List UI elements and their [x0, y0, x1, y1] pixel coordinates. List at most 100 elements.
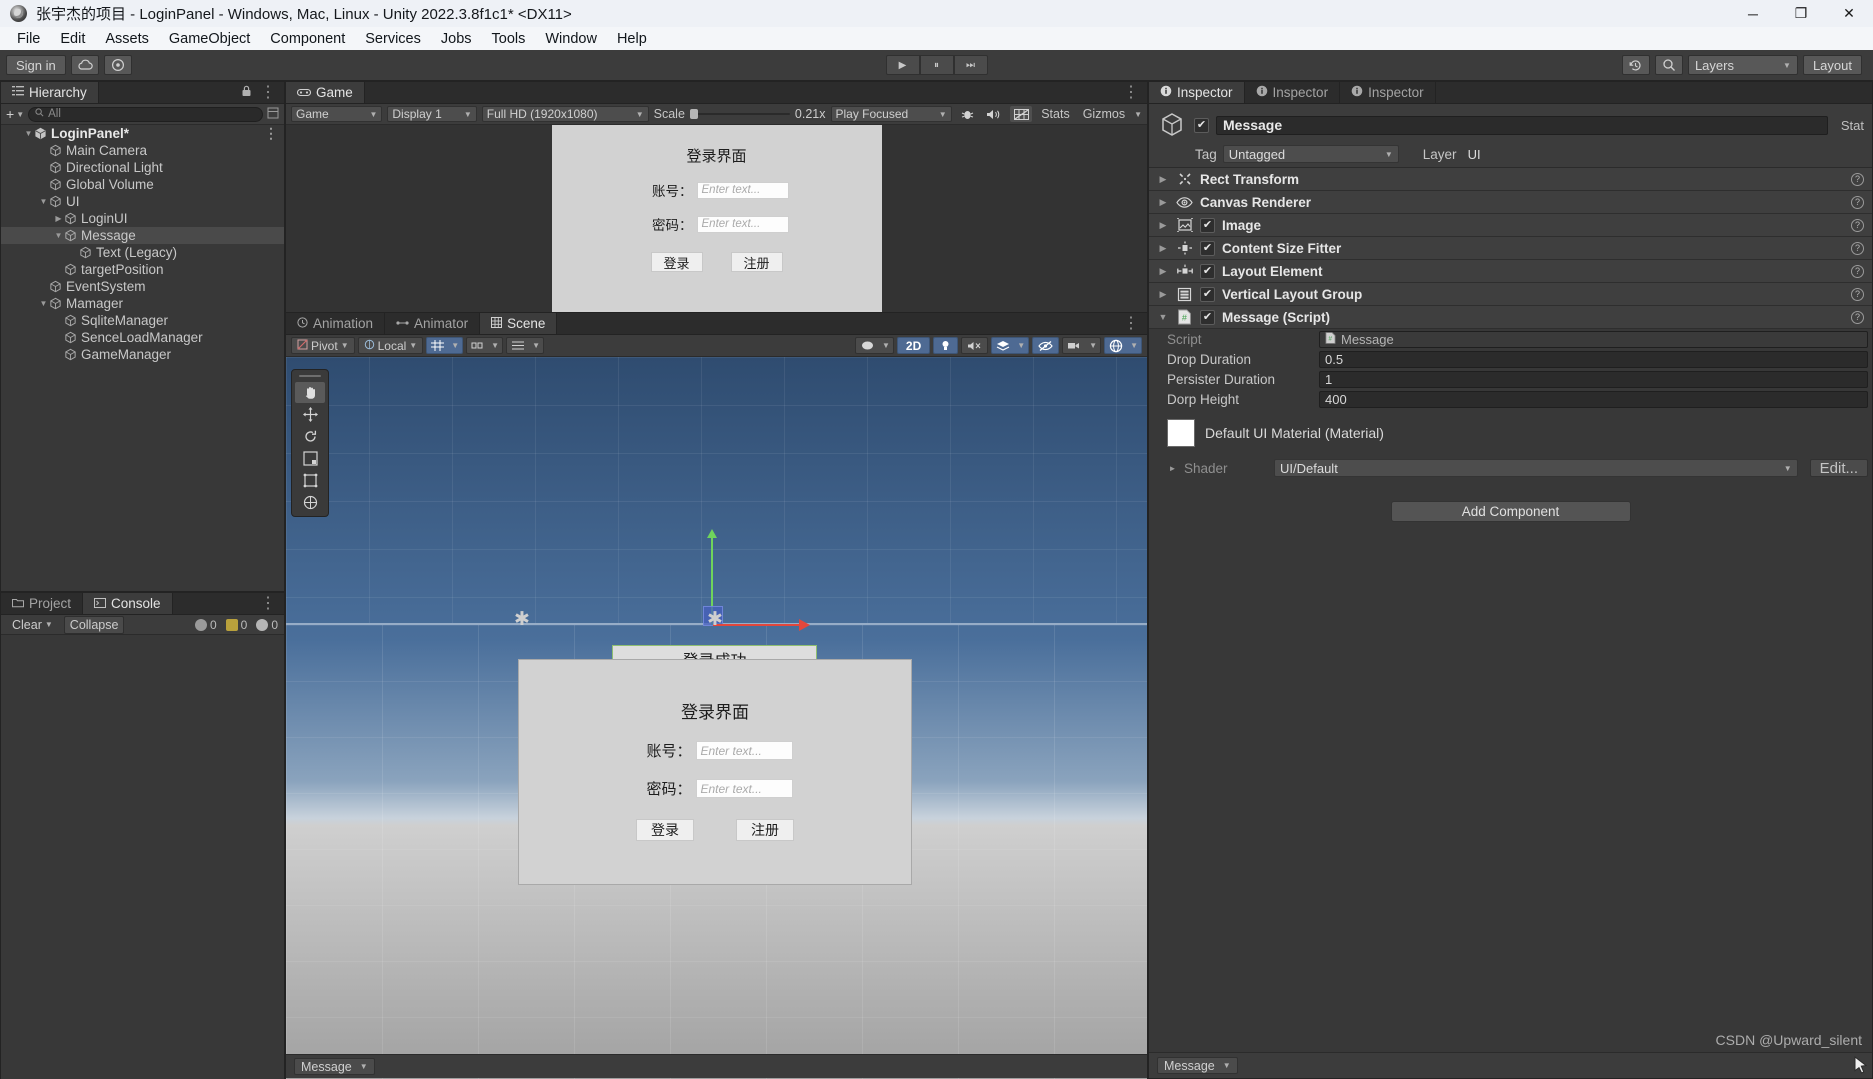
component-row-vertical-layout-group[interactable]: ▶ Vertical Layout Group? — [1149, 283, 1872, 306]
script-property-value[interactable]: # Message — [1319, 330, 1868, 348]
cloud-icon[interactable] — [70, 55, 99, 75]
component-row-content-size-fitter[interactable]: ▶ Content Size Fitter? — [1149, 237, 1872, 260]
shader-dropdown[interactable]: UI/Default ▼ — [1274, 459, 1798, 477]
hand-tool-icon[interactable] — [295, 382, 325, 403]
scene-gizmos-group[interactable]: ▼ — [1104, 337, 1142, 354]
tab-animation[interactable]: Animation — [286, 313, 386, 334]
search-icon[interactable] — [1654, 55, 1683, 75]
stats-button[interactable]: Stats — [1037, 107, 1074, 121]
gameobject-name-field[interactable]: Message — [1216, 115, 1828, 135]
menu-gameobject[interactable]: GameObject — [159, 29, 260, 49]
hierarchy-tree[interactable]: ▼ LoginPanel* ⋮ Main Camera Directional Ligh… — [1, 125, 284, 363]
help-icon[interactable]: ? — [1851, 195, 1864, 209]
hierarchy-item-ui[interactable]: ▼ UI — [1, 193, 284, 210]
tab-scene[interactable]: Scene — [480, 313, 558, 334]
console-collapse-button[interactable]: Collapse — [63, 615, 125, 634]
account-icon[interactable] — [103, 55, 132, 75]
hierarchy-row-menu-icon[interactable]: ⋮ — [264, 126, 278, 141]
scene-hidden-objects-icon[interactable] — [1032, 337, 1060, 354]
hierarchy-item-loginpanel[interactable]: ▼ LoginPanel* ⋮ — [1, 125, 284, 142]
shading-mode-chevron-down-icon[interactable]: ▼ — [879, 338, 893, 353]
game-register-button[interactable]: 注册 — [730, 252, 783, 272]
chevron-down-icon[interactable]: ▼ — [1157, 312, 1169, 322]
close-button[interactable]: ✕ — [1825, 0, 1873, 27]
help-icon[interactable]: ? — [1851, 264, 1864, 278]
scale-control[interactable]: Scale 0.21x — [654, 107, 826, 121]
step-button[interactable]: ⏭ — [953, 55, 988, 75]
play-button[interactable]: ▶ — [885, 55, 920, 75]
menu-edit[interactable]: Edit — [50, 29, 95, 49]
play-focused-dropdown[interactable]: Play Focused ▼ — [830, 106, 952, 122]
gizmos-chevron-down-icon[interactable]: ▼ — [1134, 110, 1142, 119]
scene-camera-icon[interactable] — [1063, 338, 1086, 353]
snap-settings-group[interactable]: ▼ — [506, 337, 544, 354]
game-mode-dropdown[interactable]: Game ▼ — [291, 106, 383, 122]
hierarchy-filter-icon[interactable] — [267, 106, 279, 123]
script-property-value[interactable]: 1 — [1319, 370, 1868, 388]
tab-hierarchy[interactable]: Hierarchy — [1, 82, 99, 103]
tag-dropdown[interactable]: Untagged ▼ — [1222, 145, 1399, 163]
console-log-area[interactable] — [1, 635, 284, 1079]
menu-assets[interactable]: Assets — [95, 29, 159, 49]
console-menu-icon[interactable]: ⋮ — [260, 595, 276, 611]
chevron-right-icon[interactable]: ▶ — [1157, 266, 1169, 277]
game-account-input[interactable]: Enter text... — [696, 181, 789, 199]
chevron-right-icon[interactable]: ▶ — [1157, 289, 1169, 300]
scene-fx-group[interactable]: ▼ — [991, 337, 1030, 354]
shading-mode-icon[interactable] — [856, 338, 879, 353]
scene-audio-icon[interactable] — [961, 337, 989, 354]
tab-console[interactable]: Console — [83, 593, 173, 614]
layer-dropdown[interactable]: UI — [1463, 145, 1603, 163]
rotate-tool-icon[interactable] — [295, 426, 325, 447]
transform-tool-icon[interactable] — [295, 492, 325, 513]
history-icon[interactable] — [1621, 55, 1650, 75]
scale-slider-knob[interactable] — [689, 109, 698, 119]
scene-fx-chevron-down-icon[interactable]: ▼ — [1014, 338, 1028, 353]
shader-edit-button[interactable]: Edit... — [1809, 459, 1868, 477]
component-enabled-checkbox[interactable] — [1200, 217, 1215, 233]
hierarchy-add-button[interactable]: + ▼ — [6, 106, 24, 122]
component-row-rect-transform[interactable]: ▶ Rect Transform? — [1149, 168, 1872, 191]
snap-settings-chevron-down-icon[interactable]: ▼ — [529, 338, 543, 353]
shader-expand-arrow-icon[interactable]: ► — [1167, 464, 1178, 473]
tab-animator[interactable]: Animator — [385, 313, 481, 334]
scene-register-button[interactable]: 注册 — [736, 819, 794, 841]
tab-inspector-2[interactable]: Inspector — [1244, 82, 1341, 103]
game-password-input[interactable]: Enter text... — [696, 215, 789, 233]
menu-component[interactable]: Component — [260, 29, 355, 49]
hierarchy-item-directional-light[interactable]: Directional Light — [1, 159, 284, 176]
scale-slider[interactable] — [689, 109, 790, 119]
hierarchy-item-message[interactable]: ▼ Message — [1, 227, 284, 244]
snap-settings-icon[interactable] — [507, 338, 529, 353]
hierarchy-item-text-legacy[interactable]: Text (Legacy) — [1, 244, 284, 261]
chevron-right-icon[interactable]: ▶ — [53, 214, 64, 223]
material-swatch[interactable] — [1167, 419, 1195, 447]
console-warn-count[interactable]: 0 — [225, 618, 247, 632]
script-property-value[interactable]: 400 — [1319, 390, 1868, 408]
scene-login-button[interactable]: 登录 — [636, 819, 694, 841]
script-property-value[interactable]: 0.5 — [1319, 350, 1868, 368]
console-error-count[interactable]: 0 — [256, 618, 278, 632]
scene-password-input[interactable]: Enter text... — [695, 779, 793, 798]
hierarchy-search-input[interactable]: All — [28, 106, 263, 122]
menu-window[interactable]: Window — [535, 29, 607, 49]
resolution-dropdown[interactable]: Full HD (1920x1080) ▼ — [481, 106, 649, 122]
maximize-button[interactable]: ❐ — [1777, 0, 1825, 27]
grid-icon[interactable] — [1010, 106, 1033, 122]
lock-icon[interactable] — [241, 85, 252, 100]
grid-snap-chevron-down-icon[interactable]: ▼ — [448, 338, 462, 353]
sign-in-button[interactable]: Sign in — [6, 55, 66, 75]
scene-selected-object-dropdown[interactable]: Message ▼ — [294, 1058, 375, 1075]
console-clear-button[interactable]: Clear ▼ — [7, 617, 58, 633]
menu-help[interactable]: Help — [607, 29, 657, 49]
scene-fx-icon[interactable] — [992, 338, 1014, 353]
grid-snap-icon[interactable] — [427, 338, 448, 353]
mute-audio-icon[interactable] — [984, 106, 1006, 122]
layout-dropdown[interactable]: Layout — [1802, 55, 1862, 75]
chevron-right-icon[interactable]: ▶ — [1157, 243, 1169, 254]
tab-inspector-1[interactable]: Inspector — [1149, 82, 1245, 103]
chevron-down-icon[interactable]: ▼ — [38, 299, 49, 308]
menu-services[interactable]: Services — [355, 29, 431, 49]
shading-mode-group[interactable]: ▼ — [854, 337, 894, 354]
component-row-canvas-renderer[interactable]: ▶ Canvas Renderer? — [1149, 191, 1872, 214]
